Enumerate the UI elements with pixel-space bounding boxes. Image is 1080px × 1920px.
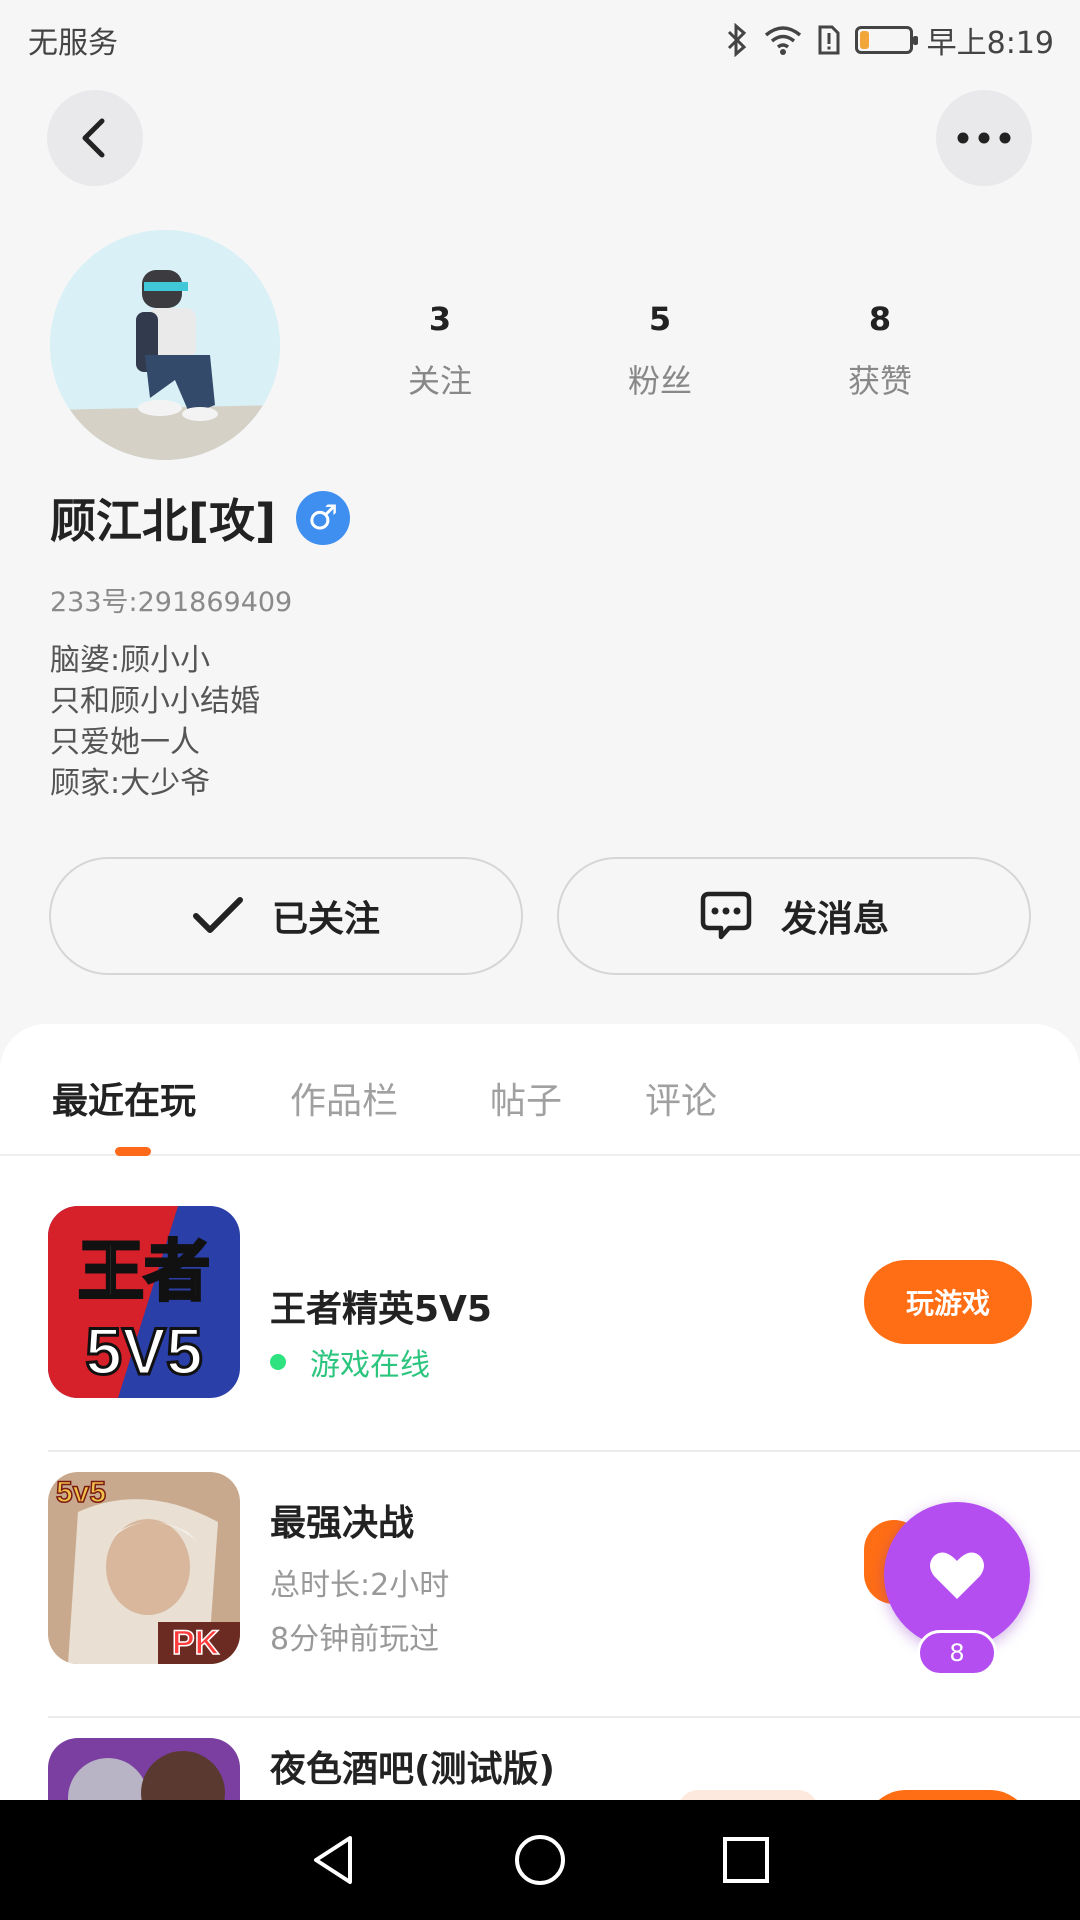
game-icon-text: 5V5 xyxy=(85,1314,202,1388)
battery-icon xyxy=(854,26,918,54)
tab-works[interactable]: 作品栏 xyxy=(290,1072,398,1124)
clock-text: 早上8:19 xyxy=(926,26,1054,61)
heart-icon xyxy=(930,1552,984,1599)
stat-label: 粉丝 xyxy=(627,362,692,400)
tab-recently-played[interactable]: 最近在玩 xyxy=(52,1072,196,1124)
game-name: 王者精英5V5 xyxy=(270,1289,492,1330)
chevron-left-icon xyxy=(82,118,105,158)
stat-value: 5 xyxy=(648,300,672,338)
avatar[interactable] xyxy=(50,230,280,460)
stat-label: 关注 xyxy=(407,362,472,400)
game-icon-badge: 5v5 xyxy=(56,1476,106,1509)
game-name: 夜色酒吧(测试版) xyxy=(270,1749,555,1790)
nav-back-icon[interactable] xyxy=(306,1832,362,1888)
wifi-icon xyxy=(764,26,801,55)
online-status-label: 游戏在线 xyxy=(310,1348,430,1383)
more-dots-icon xyxy=(957,132,1011,144)
tab-comments[interactable]: 评论 xyxy=(645,1072,717,1124)
online-status: 游戏在线 xyxy=(270,1340,430,1384)
username-row: 顾江北[攻] ♂ xyxy=(50,485,351,551)
chat-bubble-icon xyxy=(700,891,752,940)
follow-label: 已关注 xyxy=(271,899,380,940)
game-last-played: 8分钟前玩过 xyxy=(270,1622,440,1657)
carrier-text: 无服务 xyxy=(28,26,118,61)
nav-recents-icon[interactable] xyxy=(718,1832,774,1888)
stat-label: 获赞 xyxy=(847,362,912,400)
profile-stats: 3 关注 5 粉丝 8 获赞 xyxy=(330,300,990,402)
message-label: 发消息 xyxy=(780,899,889,940)
secondary-button[interactable] xyxy=(678,1790,818,1800)
content-panel: 最近在玩 作品栏 帖子 评论 王者 5V5 王者精英5V5 游戏在线 玩游戏 5… xyxy=(0,1024,1080,1800)
bio-line: 只和顾小小结婚 xyxy=(50,684,260,719)
stat-value: 3 xyxy=(428,300,452,338)
tab-posts[interactable]: 帖子 xyxy=(490,1072,562,1124)
game-row[interactable]: 王者 5V5 王者精英5V5 游戏在线 玩游戏 xyxy=(48,1186,1080,1452)
sim-alert-icon xyxy=(818,25,840,55)
play-game-button[interactable] xyxy=(864,1790,1032,1800)
status-bar: 无服务 早上8:19 xyxy=(0,0,1080,80)
game-name: 最强决战 xyxy=(270,1503,415,1544)
nav-home-icon[interactable] xyxy=(512,1832,568,1888)
checkmark-icon xyxy=(192,897,243,933)
active-tab-indicator xyxy=(115,1147,151,1156)
account-id: 233号:291869409 xyxy=(50,587,293,618)
like-count-badge: 8 xyxy=(917,1630,997,1676)
bio-line: 只爱她一人 xyxy=(50,725,200,760)
back-button[interactable] xyxy=(47,90,143,186)
play-game-button[interactable]: 玩游戏 xyxy=(864,1260,1032,1344)
stat-likes[interactable]: 8 获赞 xyxy=(770,300,990,402)
bio-line: 顾家:大少爷 xyxy=(50,766,211,801)
bluetooth-icon xyxy=(727,23,746,57)
game-duration: 总时长:2小时 xyxy=(270,1568,450,1603)
stat-followers[interactable]: 5 粉丝 xyxy=(550,300,770,402)
stat-following[interactable]: 3 关注 xyxy=(330,300,550,402)
message-button[interactable]: 发消息 xyxy=(557,857,1031,975)
like-button[interactable] xyxy=(884,1502,1030,1648)
more-button[interactable] xyxy=(936,90,1032,186)
game-icon-yese xyxy=(48,1738,240,1800)
game-icon-text: 王者 xyxy=(78,1234,210,1308)
username: 顾江北[攻] xyxy=(50,494,277,548)
male-gender-icon: ♂ xyxy=(296,491,351,545)
bio-line: 脑婆:顾小小 xyxy=(50,643,211,678)
online-dot-icon xyxy=(270,1354,286,1370)
system-nav-bar xyxy=(0,1800,1080,1920)
game-row[interactable]: 夜色酒吧(测试版) xyxy=(48,1718,1032,1800)
status-icons: 早上8:19 xyxy=(725,18,1054,62)
tab-bar: 最近在玩 作品栏 帖子 评论 xyxy=(0,1024,1080,1156)
game-icon-badge: PK xyxy=(172,1624,220,1662)
avatar-image xyxy=(50,230,280,460)
follow-button[interactable]: 已关注 xyxy=(49,857,523,975)
bio: 脑婆:顾小小 只和顾小小结婚 只爱她一人 顾家:大少爷 xyxy=(50,640,260,804)
game-icon-zuiqiang: 5v5 PK xyxy=(48,1472,240,1664)
game-icon-wangzhe: 王者 5V5 xyxy=(48,1206,240,1398)
stat-value: 8 xyxy=(868,300,892,338)
